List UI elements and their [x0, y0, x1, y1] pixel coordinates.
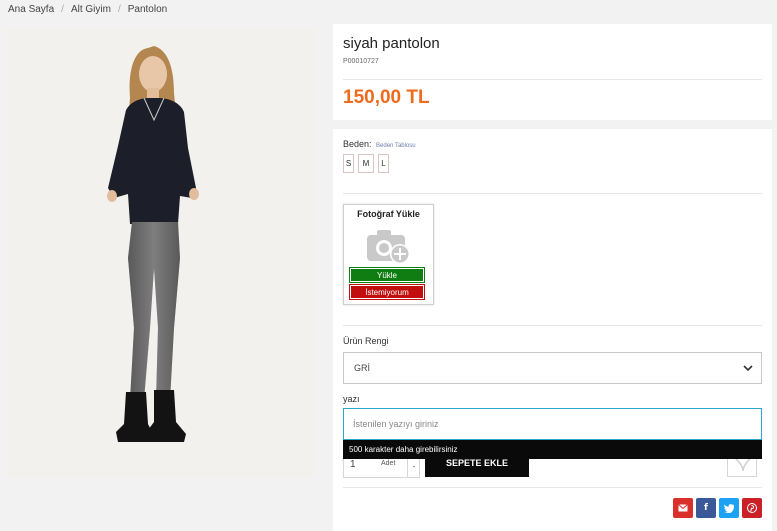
product-photo-illustration [8, 28, 317, 478]
size-option-l[interactable]: L [378, 154, 389, 173]
size-option-s[interactable]: S [343, 154, 354, 173]
custom-text-input[interactable] [343, 408, 762, 440]
share-mail-button[interactable] [673, 498, 693, 518]
character-count-hint: 500 karakter daha girebilirsiniz [343, 440, 762, 459]
quantity-value: 1 [350, 459, 356, 470]
chevron-down-icon [743, 365, 753, 372]
camera-plus-icon [367, 230, 410, 264]
pinterest-icon [747, 503, 757, 513]
breadcrumb-separator: / [61, 4, 64, 15]
heart-icon [735, 459, 751, 472]
size-label-text: Beden: [343, 139, 372, 149]
breadcrumb-separator: / [117, 4, 121, 15]
size-option-m[interactable]: M [358, 154, 374, 173]
product-header-panel: siyah pantolon P00010727 150,00 TL [333, 24, 772, 120]
breadcrumb-category[interactable]: Alt Giyim [71, 4, 111, 15]
quantity-stepper[interactable]: 1 Adet - [343, 459, 420, 478]
share-facebook-button[interactable]: f [696, 498, 716, 518]
color-select[interactable]: GRİ [343, 352, 762, 384]
breadcrumb-current[interactable]: Pantolon [128, 4, 167, 15]
breadcrumb: Ana Sayfa / Alt Giyim / Pantolon [8, 4, 167, 15]
breadcrumb-home[interactable]: Ana Sayfa [8, 4, 54, 15]
divider [343, 193, 762, 194]
favorite-button[interactable] [727, 459, 757, 477]
quantity-label: Adet [381, 460, 396, 467]
divider [343, 79, 762, 80]
product-code: P00010727 [343, 58, 379, 65]
product-image[interactable] [8, 28, 317, 478]
share-twitter-button[interactable] [719, 498, 739, 518]
add-to-cart-button[interactable]: SEPETE EKLE [425, 459, 529, 477]
quantity-decrease-button[interactable]: - [407, 459, 420, 477]
color-select-value: GRİ [354, 363, 371, 373]
divider [343, 487, 762, 488]
share-pinterest-button[interactable] [742, 498, 762, 518]
upload-button[interactable]: Yükle [349, 267, 425, 283]
product-title: siyah pantolon [343, 35, 440, 52]
text-field-label: yazı [343, 394, 360, 404]
size-label: Beden: Beden Tablosu [343, 139, 416, 149]
photo-upload-title: Fotoğraf Yükle [357, 209, 420, 219]
size-table-link[interactable]: Beden Tablosu [376, 143, 416, 149]
mail-icon [678, 504, 688, 512]
product-price: 150,00 TL [343, 87, 430, 108]
photo-upload-box: Fotoğraf Yükle Yükle İstemiyorum [343, 204, 434, 305]
size-options: S M L [343, 154, 389, 173]
decline-upload-button[interactable]: İstemiyorum [349, 284, 425, 300]
color-select-label: Ürün Rengi [343, 336, 389, 346]
product-options-panel: Beden: Beden Tablosu S M L Fotoğraf Yükl… [333, 129, 772, 531]
share-buttons: f [673, 498, 762, 518]
divider [343, 325, 762, 326]
facebook-icon: f [704, 503, 708, 513]
twitter-icon [724, 503, 734, 513]
